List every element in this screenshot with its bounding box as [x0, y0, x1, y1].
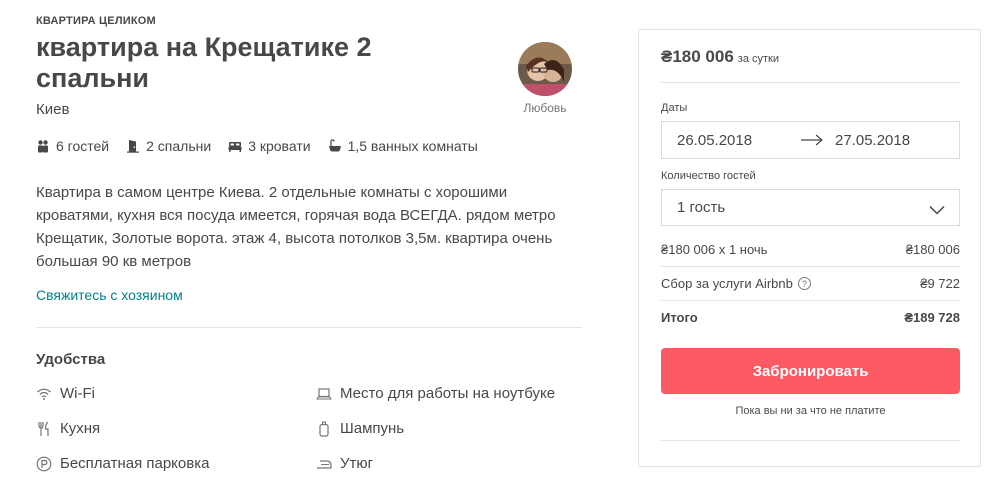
panel-divider — [661, 440, 960, 441]
listing-stats: 6 гостей 2 спальни 3 кровати 1,5 ванных … — [36, 138, 495, 154]
price-row: ₴180 006 за сутки — [661, 47, 779, 67]
guests-label: Количество гостей — [661, 170, 756, 182]
stat-baths: 1,5 ванных комнаты — [328, 138, 478, 154]
panel-divider — [661, 82, 960, 83]
stat-guests-label: 6 гостей — [56, 138, 110, 154]
amenity-label: Место для работы на ноутбуке — [340, 385, 556, 402]
stat-guests: 6 гостей — [36, 138, 109, 154]
bathtub-icon — [328, 139, 342, 153]
stat-bedrooms-label: 2 спальни — [146, 138, 212, 154]
nightly-price: ₴180 006 — [661, 47, 734, 66]
chevron-down-icon — [929, 202, 945, 219]
panel-divider — [661, 300, 960, 301]
nightly-calc-row: ₴180 006 x 1 ночь ₴180 006 — [661, 242, 960, 257]
price-unit: за сутки — [737, 53, 780, 65]
host-name: Любовь — [523, 101, 567, 115]
parking-icon — [36, 456, 52, 472]
service-fee-value: ₴9 722 — [920, 276, 960, 291]
amenities-title: Удобства — [36, 351, 106, 368]
stat-beds: 3 кровати — [228, 138, 311, 154]
room-type-label: КВАРТИРА ЦЕЛИКОМ — [36, 15, 156, 27]
no-charge-note: Пока вы ни за что не платите — [735, 405, 886, 417]
listing-city[interactable]: Киев — [36, 101, 69, 118]
amenity-kitchen: Кухня — [36, 420, 100, 437]
door-icon — [126, 139, 140, 153]
amenity-label: Шампунь — [340, 420, 405, 437]
panel-divider — [661, 266, 960, 267]
amenity-label: Кухня — [60, 420, 101, 437]
dates-label: Даты — [661, 102, 688, 114]
total-value: ₴189 728 — [904, 310, 960, 325]
laptop-icon — [316, 386, 332, 402]
iron-icon — [316, 456, 332, 472]
amenity-label: Wi-Fi — [60, 385, 95, 402]
section-divider — [36, 327, 582, 328]
amenity-shampoo: Шампунь — [316, 420, 404, 437]
nightly-calc-label: ₴180 006 x 1 ночь — [661, 242, 768, 257]
contact-host-link[interactable]: Свяжитесь с хозяином — [36, 287, 183, 303]
kitchen-icon — [36, 421, 52, 437]
amenity-iron: Утюг — [316, 455, 373, 472]
stat-bedrooms: 2 спальни — [126, 138, 211, 154]
amenity-parking: Бесплатная парковка — [36, 455, 209, 472]
amenity-laptop: Место для работы на ноутбуке — [316, 385, 555, 402]
wifi-icon — [36, 386, 52, 402]
guests-value: 1 гость — [677, 199, 726, 216]
host-avatar[interactable] — [518, 42, 572, 96]
booking-panel: ₴180 006 за сутки Даты 26.05.2018 27.05.… — [638, 29, 981, 467]
date-range-picker[interactable]: 26.05.2018 27.05.2018 — [661, 121, 960, 159]
book-button[interactable]: Забронировать — [661, 348, 960, 394]
listing-description: Квартира в самом центре Киева. 2 отдельн… — [36, 184, 556, 270]
question-icon[interactable]: ? — [797, 277, 811, 290]
service-fee-label: Сбор за услуги Airbnb — [661, 276, 793, 291]
stat-baths-label: 1,5 ванных комнаты — [347, 138, 478, 154]
total-row: Итого ₴189 728 — [661, 310, 960, 325]
host-profile[interactable]: Любовь — [513, 42, 577, 115]
amenity-label: Бесплатная парковка — [60, 455, 210, 472]
checkin-date[interactable]: 26.05.2018 — [677, 132, 752, 149]
amenity-label: Утюг — [340, 455, 374, 472]
bed-icon — [228, 139, 242, 153]
stat-beds-label: 3 кровати — [248, 138, 311, 154]
service-fee-row: Сбор за услуги Airbnb ? ₴9 722 — [661, 276, 960, 291]
arrow-right-icon — [800, 132, 824, 152]
amenity-wifi: Wi-Fi — [36, 385, 95, 402]
guests-select[interactable]: 1 гость — [661, 189, 960, 226]
checkout-date[interactable]: 27.05.2018 — [835, 132, 910, 149]
shampoo-icon — [316, 420, 332, 437]
listing-title: квартира на Крещатике 2 спальни — [36, 32, 372, 93]
nightly-calc-value: ₴180 006 — [905, 242, 960, 257]
guests-icon — [36, 139, 50, 153]
total-label: Итого — [661, 310, 698, 325]
